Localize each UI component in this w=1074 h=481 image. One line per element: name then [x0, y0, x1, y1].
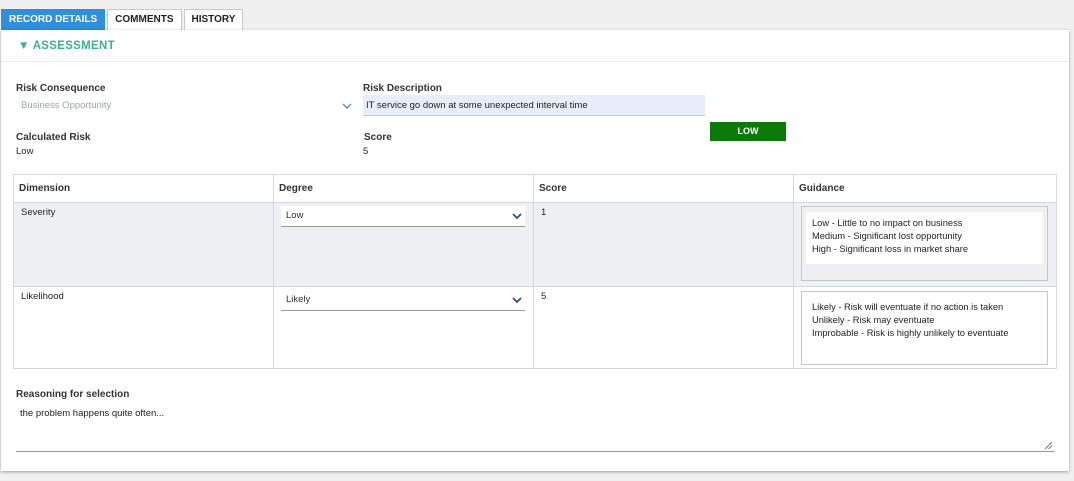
risk-consequence-value: Business Opportunity	[21, 100, 112, 111]
tab-record-details[interactable]: RECORD DETAILS	[1, 9, 106, 30]
severity-guidance-content: Low - Little to no impact on business Me…	[806, 212, 1043, 264]
degree-cell: Likely	[273, 286, 534, 369]
section-title-text: ASSESSMENT	[32, 40, 115, 52]
score-label: Score	[364, 132, 392, 143]
risk-level-badge: LOW	[710, 122, 786, 141]
dimension-cell: Severity	[13, 202, 274, 287]
table-header-row: Dimension Degree Score Guidance	[13, 174, 1057, 203]
dimension-severity: Severity	[21, 207, 56, 218]
assessment-section-header[interactable]: ▼ ASSESSMENT	[1, 30, 1069, 62]
score-cell: 1	[533, 202, 794, 287]
tab-comments[interactable]: COMMENTS	[107, 9, 182, 30]
reasoning-textarea[interactable]: the problem happens quite often...	[16, 405, 1054, 452]
column-header-degree: Degree	[273, 174, 534, 203]
severity-degree-value: Low	[286, 210, 304, 221]
risk-consequence-select[interactable]: Business Opportunity	[16, 96, 356, 116]
degree-cell: Low	[273, 202, 534, 287]
likelihood-guidance-box: Likely - Risk will eventuate if no actio…	[801, 291, 1048, 365]
likelihood-degree-value: Likely	[286, 294, 311, 305]
section-title[interactable]: ▼ ASSESSMENT	[18, 40, 115, 52]
assessment-table: Dimension Degree Score Guidance Severity…	[13, 174, 1057, 369]
risk-description-label: Risk Description	[363, 83, 442, 94]
record-details-panel: ▼ ASSESSMENT Risk Consequence Business Op…	[1, 30, 1069, 471]
dimension-cell: Likelihood	[13, 286, 274, 369]
dimension-likelihood: Likelihood	[21, 291, 64, 302]
column-header-dimension: Dimension	[13, 174, 274, 203]
column-header-score: Score	[533, 174, 794, 203]
resize-grip-icon[interactable]	[1044, 441, 1053, 450]
severity-degree-select[interactable]: Low	[281, 206, 525, 227]
guidance-line: Unlikely - Risk may eventuate	[812, 315, 935, 325]
guidance-line: Improbable - Risk is highly unlikely to …	[812, 328, 1009, 338]
likelihood-degree-select[interactable]: Likely	[281, 290, 525, 311]
collapse-arrow-icon[interactable]: ▼	[18, 40, 30, 52]
guidance-line: High - Significant loss in market share	[812, 244, 969, 254]
tab-history[interactable]: HISTORY	[183, 9, 244, 30]
table-row: Likelihood Likely 5 Likely - Risk will e…	[13, 286, 1057, 369]
guidance-cell: Likely - Risk will eventuate if no actio…	[793, 286, 1057, 369]
guidance-line: Low - Little to no impact on business	[812, 218, 963, 228]
table-row: Severity Low 1 Low - Little to no impact…	[13, 202, 1057, 287]
severity-guidance-box: Low - Little to no impact on business Me…	[801, 206, 1048, 281]
calculated-risk-value: Low	[16, 146, 34, 157]
chevron-down-icon[interactable]	[341, 96, 353, 116]
reasoning-label: Reasoning for selection	[16, 389, 130, 400]
guidance-cell: Low - Little to no impact on business Me…	[793, 202, 1057, 287]
guidance-line: Likely - Risk will eventuate if no actio…	[812, 302, 1004, 312]
severity-score: 1	[541, 207, 547, 218]
guidance-line: Medium - Significant lost opportunity	[812, 231, 962, 241]
risk-consequence-label: Risk Consequence	[16, 83, 106, 94]
chevron-down-icon[interactable]	[511, 206, 523, 226]
calculated-risk-label: Calculated Risk	[16, 132, 91, 143]
score-cell: 5	[533, 286, 794, 369]
tab-bar: RECORD DETAILS COMMENTS HISTORY	[1, 9, 245, 30]
column-header-guidance: Guidance	[793, 174, 1057, 203]
score-value: 5	[363, 146, 369, 157]
risk-description-input[interactable]	[363, 95, 705, 116]
likelihood-score: 5	[541, 291, 547, 302]
chevron-down-icon[interactable]	[511, 290, 523, 310]
